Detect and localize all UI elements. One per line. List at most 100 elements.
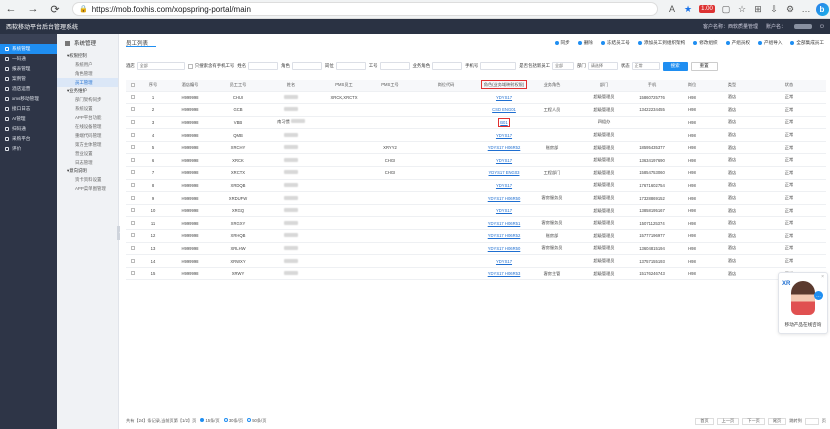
jump-page-input[interactable]	[804, 417, 819, 425]
table-row[interactable]: 14 H999998 XRWXY YDYS17 超级管理员 13757155193 H98 酒…	[126, 254, 826, 268]
last-page-button[interactable]: 尾页	[767, 417, 787, 425]
search-button[interactable]: 搜索	[662, 61, 688, 71]
toolbar-action[interactable]: 同步	[554, 40, 570, 46]
toolbar-action[interactable]: 修改组织	[693, 40, 718, 46]
favorite-star-icon[interactable]: ★	[680, 0, 696, 19]
toolbar-action[interactable]: 添加员工到组织架构	[637, 40, 685, 46]
bing-copilot-icon[interactable]: b	[814, 0, 830, 19]
row-checkbox[interactable]	[131, 220, 135, 225]
role-link[interactable]: YDYS17 H06R52	[488, 145, 521, 150]
table-row[interactable]: 4H999998QMBYDYS17超级管理员H98酒店正常否	[126, 128, 826, 142]
address-bar[interactable]: 🔒 https://mob.foxhis.com/xopspring-porta…	[72, 2, 658, 16]
read-aloud-icon[interactable]: A	[664, 0, 680, 19]
toolbar-action[interactable]: 全部集成员工	[790, 40, 824, 46]
sidebar-item-2[interactable]: 报表管理	[0, 64, 57, 74]
downloads-icon[interactable]: ⇩	[766, 0, 782, 19]
role-input[interactable]	[291, 62, 322, 70]
sidebar-item-0[interactable]: 系统管理	[0, 44, 57, 54]
subnav-item[interactable]: 在线设备管理	[57, 122, 118, 131]
subnav-item[interactable]: APP菜单图管理	[57, 184, 118, 193]
sidebar-item-4[interactable]: 酒店运营	[0, 84, 57, 94]
role-link[interactable]: YDYS17 ENG03	[489, 170, 520, 175]
hotel-select[interactable]: 全部	[136, 62, 185, 70]
table-row[interactable]: 11 H999998 XRGXY YDYS17 H06R51 客房服务员 超级管理员 150…	[126, 216, 826, 231]
extensions-icon[interactable]: ⚙	[782, 0, 798, 19]
phone-input[interactable]	[480, 62, 517, 70]
first-page-button[interactable]: 首页	[695, 417, 714, 425]
name-input[interactable]	[248, 62, 279, 70]
online-consult-widget[interactable]: × XR … 移动产品在线咨询	[778, 272, 828, 334]
role-link[interactable]: YDYS17	[496, 95, 512, 100]
row-checkbox[interactable]	[131, 195, 135, 200]
toolbar-action[interactable]: 冻结员工号	[600, 40, 630, 46]
subnav-item[interactable]: APP平台功能	[57, 113, 118, 122]
select-all-checkbox[interactable]	[131, 82, 135, 87]
close-icon[interactable]: ×	[821, 274, 824, 280]
table-row[interactable]: 2 H999998 GCB CSD ENG01 工程人员 超级管理员 13422234455…	[126, 103, 826, 117]
row-checkbox[interactable]	[131, 271, 135, 276]
row-checkbox[interactable]	[131, 119, 135, 124]
sidebar-item-6[interactable]: 接口日志	[0, 104, 57, 114]
role-link[interactable]: YDYS17	[496, 158, 512, 163]
forward-arrow-icon[interactable]: →	[22, 0, 44, 19]
new-employee-select[interactable]: 全部	[552, 62, 575, 70]
department-select[interactable]: 请选择	[587, 62, 618, 70]
extension-badge-icon[interactable]: 1.00	[696, 0, 718, 19]
page-size-15-radio[interactable]	[200, 418, 205, 422]
role-link[interactable]: YDYS17	[496, 208, 512, 213]
more-menu-icon[interactable]: …	[798, 0, 814, 19]
row-checkbox[interactable]	[131, 245, 135, 250]
toolbar-action[interactable]: 产组导入	[758, 40, 782, 46]
post-input[interactable]	[335, 62, 366, 70]
subnav-item[interactable]: 日志管理	[57, 158, 118, 167]
back-arrow-icon[interactable]: ←	[0, 0, 22, 19]
subnav-item[interactable]: 重端代码管理	[57, 131, 118, 140]
table-row[interactable]: 1 H999998 CHUI XRCK,XRCTX YDYS17 超级管理员 1586072…	[126, 91, 826, 105]
subnav-item[interactable]: 资卡资料设置	[57, 175, 118, 184]
subnav-item[interactable]: 角色管理	[57, 69, 118, 78]
subnav-item[interactable]: 系统设置	[57, 104, 118, 113]
subnav-item[interactable]: 员工管理	[57, 78, 118, 87]
row-checkbox[interactable]	[131, 132, 135, 137]
table-row[interactable]: 5 H999998 XRCHY XRYY2 YDYS17 H06R52 账房部 超级管理员 1…	[126, 141, 826, 155]
row-checkbox[interactable]	[131, 182, 135, 187]
sidebar-item-9[interactable]: 采购平台	[0, 134, 57, 144]
chat-bubble-icon[interactable]: …	[814, 291, 823, 300]
subnav-item[interactable]: 系统用户	[57, 60, 118, 69]
next-page-button[interactable]: 下一页	[742, 417, 765, 425]
subnav-item[interactable]: 部门架构同步	[57, 95, 118, 104]
table-row[interactable]: 9 H999998 XRDUFW YDYS17 H06R50 客房服务员 超级管理员 173…	[126, 191, 826, 205]
row-checkbox[interactable]	[131, 157, 135, 162]
sidebar-item-10[interactable]: 评价	[0, 144, 57, 154]
table-row[interactable]: 6 H999998 XRCK CHGI YDYS17 超级管理员 13634197690 H9…	[126, 153, 826, 168]
role-link[interactable]: YDYS17 H06R52	[488, 233, 521, 238]
role-link[interactable]: YDYS17	[496, 259, 512, 264]
table-row[interactable]: 15 H999998 XRWY YDYS17 H06R53 客房主管 超级管理员 15176…	[126, 267, 826, 281]
role-link[interactable]: YDYS17 H06R53	[488, 271, 521, 276]
status-select[interactable]: 正常	[631, 62, 660, 70]
row-checkbox[interactable]	[131, 208, 135, 213]
table-row[interactable]: 8 H999998 XRDQB YDYS17 超级管理员 17671602754 H98 酒店…	[126, 179, 826, 193]
business-role-input[interactable]	[432, 62, 463, 70]
sidebar-item-1[interactable]: 一码通	[0, 54, 57, 64]
emp-no-input[interactable]	[379, 62, 410, 70]
split-screen-icon[interactable]: ▢	[718, 0, 734, 19]
role-link[interactable]: YDYS17	[496, 133, 512, 138]
page-size-30-radio[interactable]	[223, 418, 228, 422]
subnav-group[interactable]: ▾ 意向说明	[57, 167, 118, 175]
sidebar-item-8[interactable]: 扫码通	[0, 124, 57, 134]
table-row[interactable]: 13 H999998 XRLHW YDYS17 H06R50 客房服务员 超级管理员 136…	[126, 242, 826, 256]
table-row[interactable]: 12 H999998 XRHQB YDYS17 H06R52 账房部 超级管理员 15777…	[126, 229, 826, 243]
reload-icon[interactable]: ⟳	[44, 0, 66, 19]
favorites-icon[interactable]: ☆	[734, 0, 750, 19]
sidebar-item-3[interactable]: 案例管	[0, 74, 57, 84]
sidebar-item-7[interactable]: AI管理	[0, 114, 57, 124]
role-link[interactable]: YDYS17 H06R50	[488, 196, 521, 201]
row-checkbox[interactable]	[131, 145, 135, 150]
table-row[interactable]: 7 H999998 XRCTX CHGI YDYS17 ENG03 工程部门 超级管理员 15…	[126, 166, 826, 180]
subnav-group[interactable]: ▾ 权限控制	[57, 52, 118, 60]
collections-icon[interactable]: ⊞	[750, 0, 766, 19]
logout-icon[interactable]: ⏻	[820, 24, 824, 30]
phone-only-checkbox[interactable]	[187, 63, 193, 69]
reset-button[interactable]: 重置	[690, 61, 718, 71]
